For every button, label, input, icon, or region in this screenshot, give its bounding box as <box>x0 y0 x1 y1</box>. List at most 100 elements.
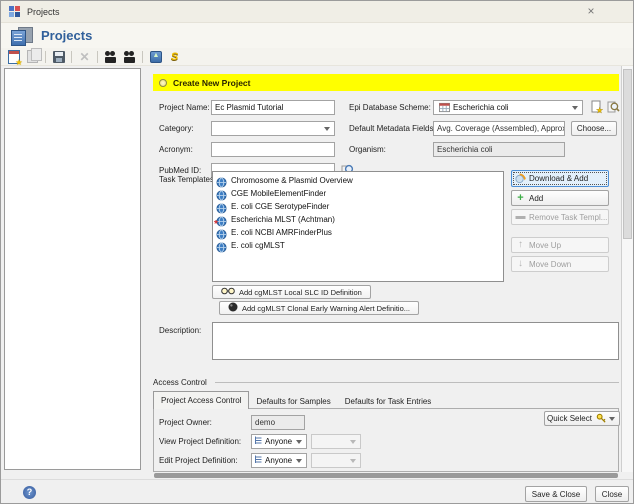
chevron-down-icon <box>608 416 615 421</box>
search-scheme-icon[interactable] <box>607 100 620 119</box>
edit-project-definition-select[interactable]: Anyone <box>251 453 307 468</box>
vertical-scrollbar[interactable] <box>621 66 633 472</box>
globe-icon <box>216 175 227 188</box>
script-button[interactable]: S <box>166 49 183 65</box>
app-header: Projects <box>1 23 633 48</box>
import-button[interactable] <box>147 49 164 65</box>
banner-title: Create New Project <box>173 77 251 88</box>
close-button[interactable]: Close <box>595 486 629 502</box>
projects-icon <box>11 26 33 46</box>
import-icon <box>149 50 162 63</box>
tab-defaults-for-task-entries[interactable]: Defaults for Task Entries <box>338 395 439 409</box>
chevron-down-icon <box>572 105 578 110</box>
tab-defaults-for-samples[interactable]: Defaults for Samples <box>249 395 337 409</box>
task-template-item[interactable]: Chromosome & Plasmid Overview <box>213 174 503 188</box>
globe-icon <box>216 201 227 214</box>
delete-icon: ✕ <box>79 49 90 64</box>
project-owner-label: Project Owner: <box>159 418 212 427</box>
acronym-input[interactable] <box>211 142 335 157</box>
default-metadata-value: Avg. Coverage (Assembled), Approximated … <box>433 121 565 136</box>
group-divider <box>215 382 619 383</box>
projects-window: Projects × Projects ★ ✕ S Create New Pro… <box>0 0 634 504</box>
svg-text:★: ★ <box>596 106 603 114</box>
move-down-button[interactable]: ↓ Move Down <box>511 256 609 272</box>
page-title: Projects <box>41 28 93 43</box>
chevron-down-icon <box>350 458 356 463</box>
new-scheme-icon[interactable]: ★ <box>590 100 603 119</box>
arrow-down-icon: ↓ <box>518 258 523 269</box>
batch-tasks-icon <box>104 50 117 63</box>
description-textarea[interactable] <box>212 322 619 360</box>
view-project-definition-label: View Project Definition: <box>159 437 242 446</box>
epi-scheme-select[interactable]: Escherichia coli <box>433 100 583 115</box>
group-tree-icon <box>254 436 263 447</box>
add-cgmlst-slc-button[interactable]: Add cgMLST Local SLC ID Definition <box>212 285 371 299</box>
move-up-button[interactable]: ↑ Move Up <box>511 237 609 253</box>
duplicate-icon <box>27 48 42 63</box>
toolbar: ★ ✕ S <box>1 48 633 67</box>
task-template-item[interactable]: E. coli NCBI AMRFinderPlus <box>213 226 503 240</box>
project-owner-value: demo <box>251 415 305 430</box>
save-button[interactable] <box>50 49 67 65</box>
task-template-item[interactable]: E. coli cgMLST <box>213 239 503 253</box>
help-icon[interactable]: ? <box>23 486 36 499</box>
toolbar-separator <box>142 50 143 63</box>
organism-label: Organism: <box>349 145 386 154</box>
arrow-up-icon: ↑ <box>518 239 523 250</box>
key-icon <box>596 413 607 424</box>
project-list-panel[interactable] <box>4 68 141 470</box>
horizontal-scrollbar[interactable] <box>153 472 621 479</box>
alert-sphere-icon <box>228 302 238 314</box>
batch-tasks-button[interactable] <box>102 49 119 65</box>
batch-automation-button[interactable] <box>121 49 138 65</box>
task-templates-list[interactable]: Chromosome & Plasmid Overview CGE Mobile… <box>212 171 504 282</box>
tab-project-access-control[interactable]: Project Access Control <box>153 391 250 409</box>
script-icon: S <box>170 50 179 63</box>
task-template-item[interactable]: E. coli CGE SerotypeFinder <box>213 200 503 214</box>
toolbar-separator <box>71 50 72 63</box>
access-control-group-label: Access Control <box>153 378 207 387</box>
default-metadata-label: Default Metadata Fields: <box>349 124 436 133</box>
choose-metadata-button[interactable]: Choose... <box>571 121 617 136</box>
category-select[interactable] <box>211 121 335 136</box>
globe-icon: * <box>214 214 227 230</box>
globe-icon <box>216 188 227 201</box>
new-project-button[interactable]: ★ <box>5 49 23 67</box>
access-control-tabs: Project Access Control Defaults for Samp… <box>153 391 438 409</box>
project-name-input[interactable] <box>211 100 335 115</box>
description-label: Description: <box>159 326 202 335</box>
delete-button[interactable]: ✕ <box>76 49 93 65</box>
title-bar: Projects <box>1 1 633 23</box>
task-template-item[interactable]: * Escherichia MLST (Achtman) <box>213 213 503 230</box>
close-window-icon[interactable]: × <box>583 4 599 20</box>
new-project-icon: ★ <box>7 49 23 67</box>
project-name-label: Project Name: <box>159 103 210 112</box>
save-and-close-button[interactable]: Save & Close <box>525 486 587 502</box>
edit-project-definition-label: Edit Project Definition: <box>159 456 238 465</box>
acronym-label: Acronym: <box>159 145 193 154</box>
create-new-project-banner: Create New Project <box>153 74 619 91</box>
vertical-scrollbar-thumb[interactable] <box>623 69 632 239</box>
banner-bullet-icon <box>159 78 167 87</box>
toolbar-separator <box>97 50 98 63</box>
view-project-definition-secondary-select[interactable] <box>311 434 361 449</box>
download-and-add-button[interactable]: Download & Add <box>511 170 609 187</box>
category-label: Category: <box>159 124 194 133</box>
batch-automation-icon <box>123 50 136 63</box>
duplicate-project-button[interactable] <box>24 48 42 65</box>
group-tree-icon <box>254 455 263 466</box>
chevron-down-icon <box>296 458 302 463</box>
add-button[interactable]: + Add <box>511 190 609 206</box>
quick-select-button[interactable]: Quick Select <box>544 411 620 426</box>
edit-project-definition-secondary-select[interactable] <box>311 453 361 468</box>
scheme-icon <box>439 102 450 113</box>
app-icon <box>9 6 20 17</box>
add-cgmlst-alert-button[interactable]: Add cgMLST Clonal Early Warning Alert De… <box>219 301 419 315</box>
horizontal-scrollbar-thumb[interactable] <box>154 473 618 478</box>
globe-icon <box>216 227 227 240</box>
task-template-item[interactable]: CGE MobileElementFinder <box>213 187 503 201</box>
view-project-definition-select[interactable]: Anyone <box>251 434 307 449</box>
remove-task-template-button[interactable]: ▬ Remove Task Templ... <box>511 209 609 225</box>
task-templates-label: Task Templates: <box>159 175 217 184</box>
chevron-down-icon <box>296 439 302 444</box>
